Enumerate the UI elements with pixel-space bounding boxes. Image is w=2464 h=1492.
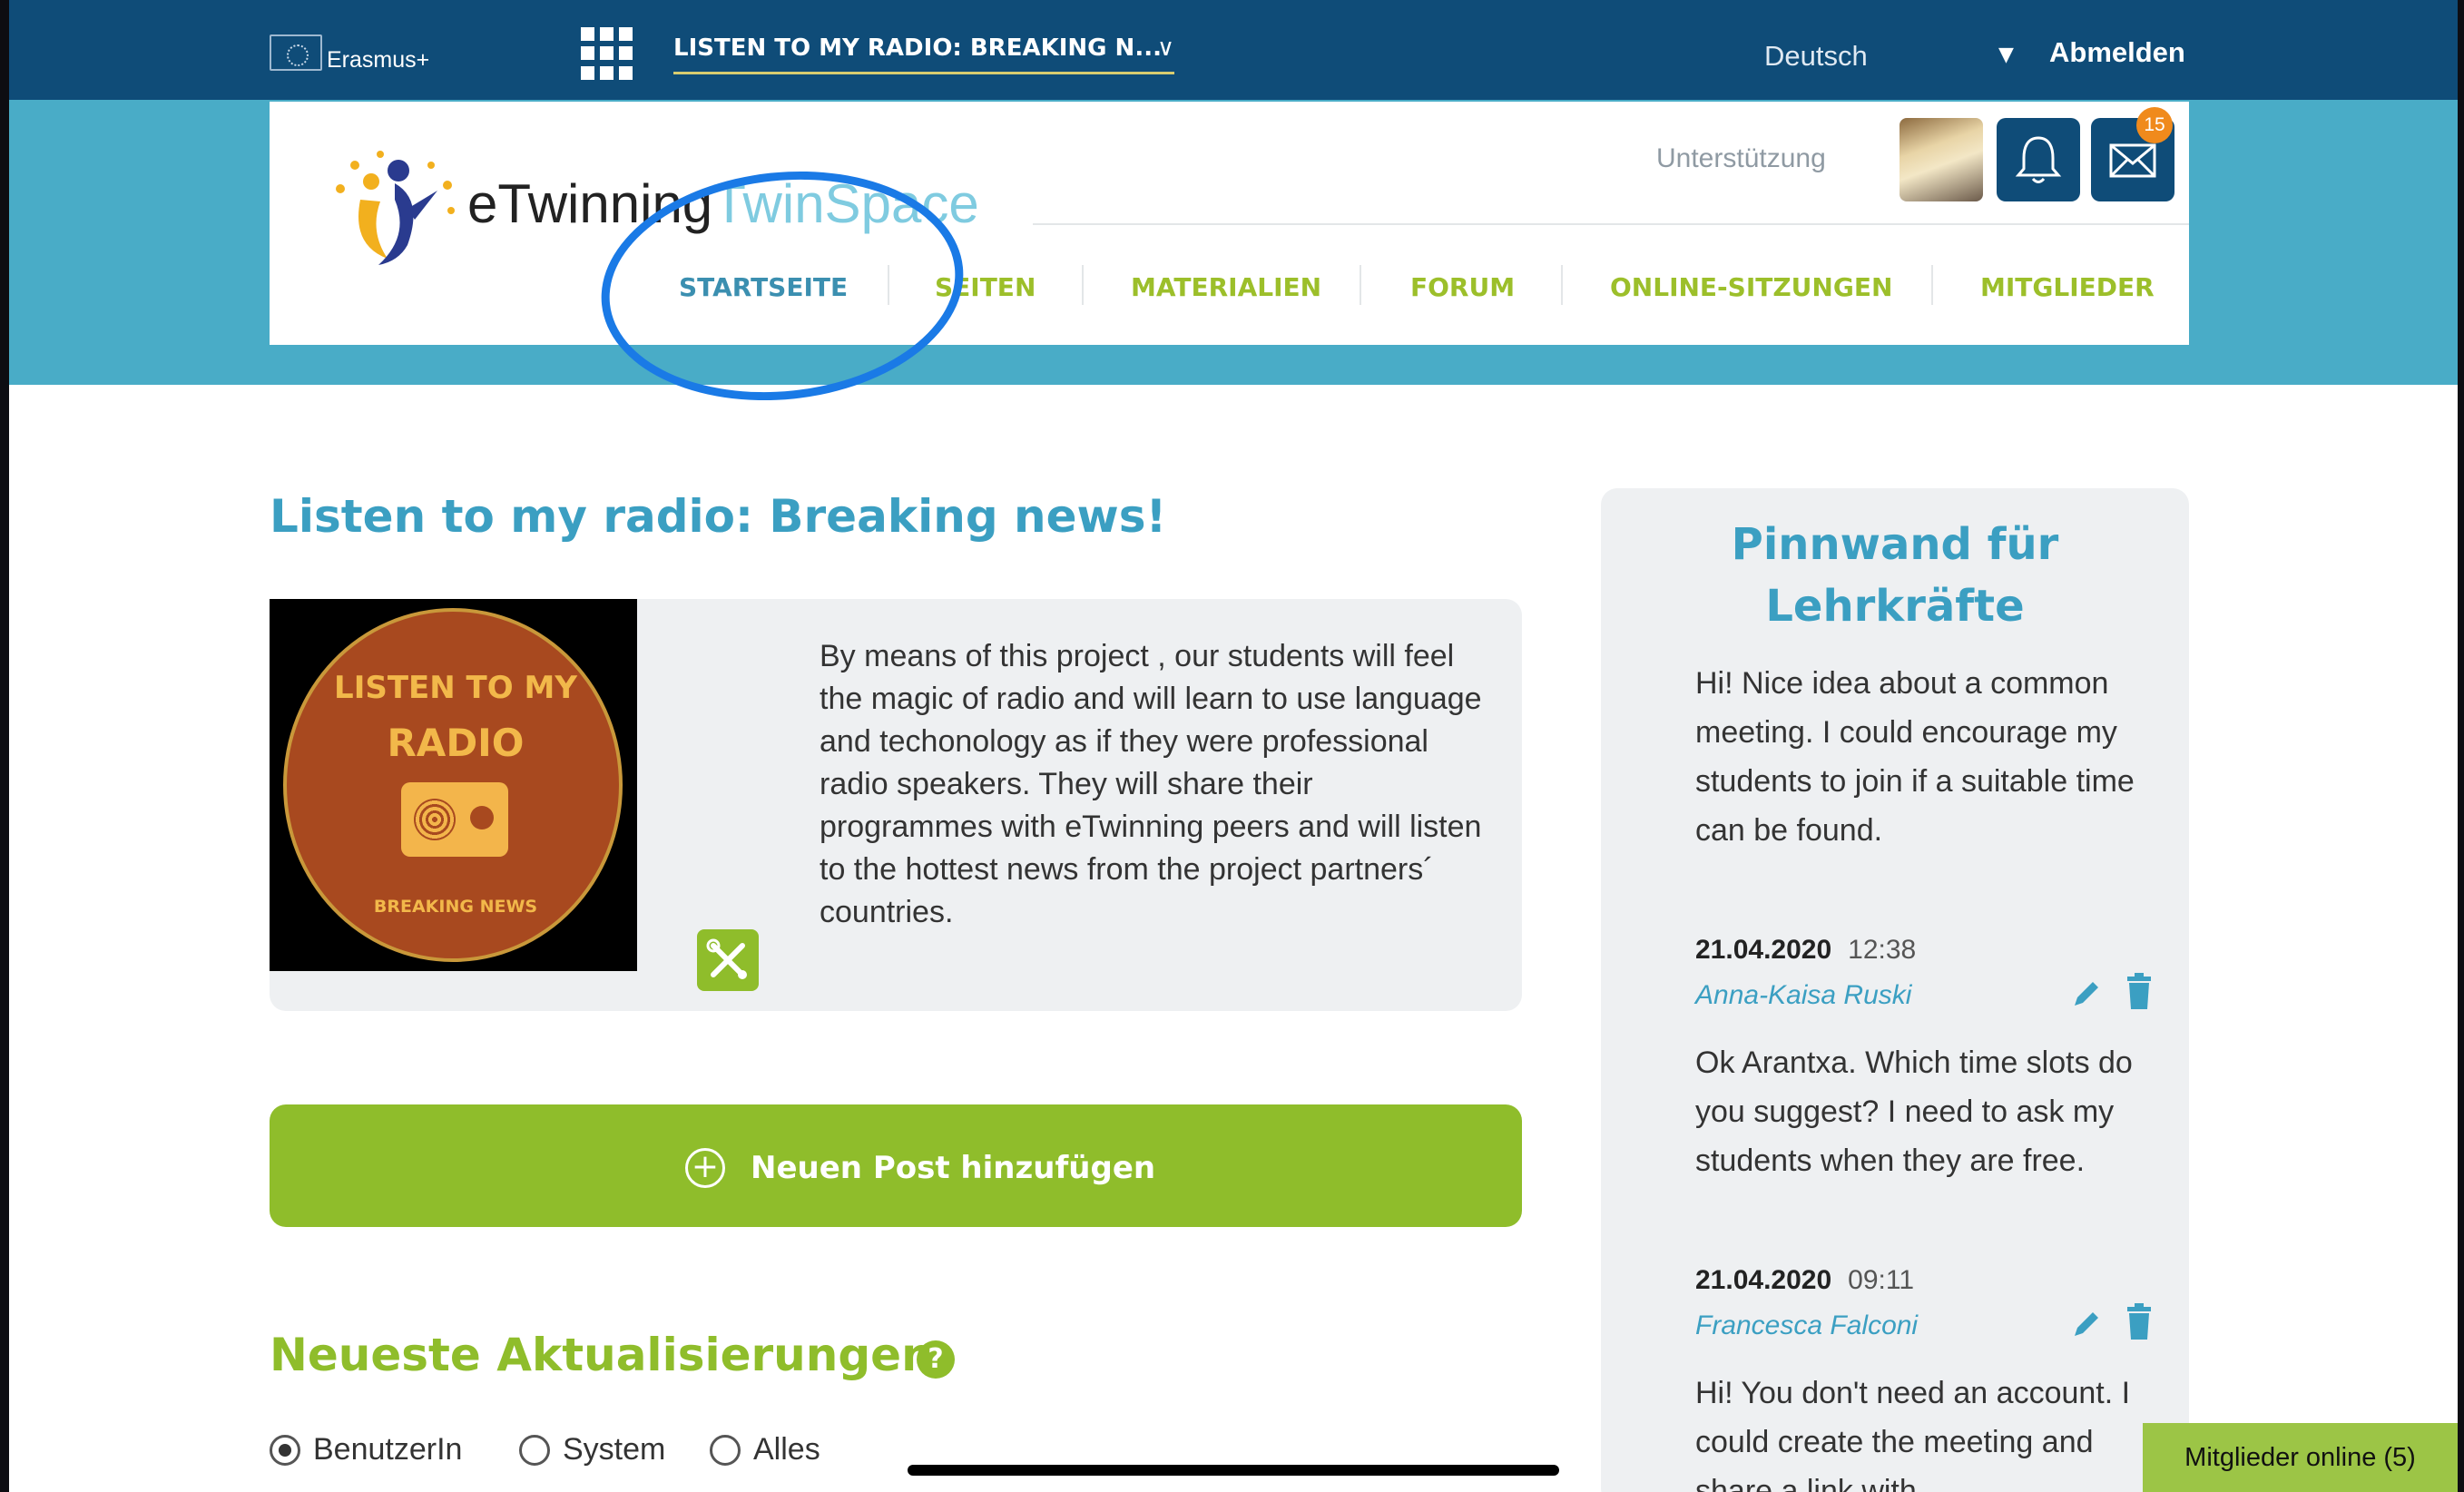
nav-separator: [1082, 265, 1084, 305]
eu-flag-icon: [270, 34, 322, 71]
nav-separator: [1561, 265, 1563, 305]
trash-icon[interactable]: [2124, 973, 2155, 1011]
nav-forum[interactable]: FORUM: [1410, 272, 1515, 302]
post-date-value: 21.04.2020: [1695, 935, 1832, 965]
user-avatar[interactable]: [1900, 118, 1983, 201]
logout-link[interactable]: Abmelden: [2049, 36, 2185, 69]
divider: [1033, 223, 2189, 225]
screen: Erasmus+ LISTEN TO MY RADIO: BREAKING N.…: [9, 0, 2458, 1492]
messages-badge: 15: [2136, 107, 2173, 143]
filter-system[interactable]: System: [519, 1432, 665, 1467]
filter-label: Alles: [753, 1432, 820, 1467]
nav-startseite[interactable]: STARTSEITE: [679, 272, 848, 302]
logo-text-etwinning: eTwinning: [467, 173, 713, 234]
caret-down-icon[interactable]: ▼: [1998, 44, 2014, 66]
project-image-text-1: LISTEN TO MY: [334, 670, 577, 706]
project-image-text-2: RADIO: [387, 721, 525, 765]
nav-separator: [888, 265, 889, 305]
apps-grid-icon[interactable]: [581, 27, 633, 80]
erasmus-brand: Erasmus+: [327, 47, 430, 73]
post-author[interactable]: Anna-Kaisa Ruski: [1695, 980, 1911, 1011]
nav-materialien[interactable]: MATERIALIEN: [1131, 272, 1321, 302]
board-title: Pinnwand für Lehrkräfte: [1731, 519, 2059, 632]
project-title: Listen to my radio: Breaking news!: [270, 490, 1167, 543]
post-date-value: 21.04.2020: [1695, 1265, 1832, 1295]
filter-label: System: [563, 1432, 666, 1467]
board-post-text: Ok Arantxa. Which time slots do you sugg…: [1695, 1045, 2133, 1178]
post-author[interactable]: Francesca Falconi: [1695, 1310, 1918, 1341]
radio-icon: [710, 1434, 741, 1466]
radio-icon: [401, 782, 508, 857]
nav-seiten[interactable]: SEITEN: [935, 272, 1036, 302]
logo-text: eTwinningTwinSpace: [467, 172, 979, 235]
nav-mitglieder[interactable]: MITGLIEDER: [1980, 272, 2155, 302]
board-post-text: Hi! Nice idea about a common meeting. I …: [1695, 666, 2135, 848]
post-date: 21.04.2020 09:11: [1695, 1265, 1914, 1296]
nav-separator: [1360, 265, 1361, 305]
logo-text-twinspace: TwinSpace: [712, 173, 979, 234]
plus-circle-icon: +: [685, 1148, 725, 1188]
trash-icon[interactable]: [2124, 1303, 2155, 1341]
chevron-down-icon: ∨: [1156, 34, 1174, 62]
nav-separator: [1931, 265, 1933, 305]
notifications-button[interactable]: [1997, 118, 2080, 201]
edit-icon[interactable]: [2069, 1307, 2104, 1341]
project-selector[interactable]: LISTEN TO MY RADIO: BREAKING N... ∨: [673, 34, 1174, 74]
filter-alles[interactable]: Alles: [710, 1432, 820, 1467]
language-select[interactable]: Deutsch: [1764, 40, 1868, 73]
post-date: 21.04.2020 12:38: [1695, 935, 1916, 966]
filter-label: BenutzerIn: [313, 1432, 463, 1467]
add-post-button[interactable]: + Neuen Post hinzufügen: [270, 1104, 1522, 1227]
project-image-text-3: BREAKING NEWS: [373, 897, 538, 917]
project-settings-button[interactable]: [697, 929, 759, 991]
post-time: 12:38: [1848, 935, 1917, 965]
bell-icon: [2015, 136, 2062, 183]
project-description: By means of this project , our students …: [820, 639, 1482, 929]
post-time: 09:11: [1848, 1265, 1915, 1295]
board-post-text: Hi! You don't need an account. I could c…: [1695, 1376, 2131, 1492]
edit-icon[interactable]: [2069, 977, 2104, 1011]
filter-benutzerin[interactable]: BenutzerIn: [270, 1432, 462, 1467]
support-link[interactable]: Unterstützung: [1656, 143, 1826, 174]
radio-icon: [519, 1434, 550, 1466]
add-post-label: Neuen Post hinzufügen: [751, 1150, 1156, 1186]
nav-online-sitzungen[interactable]: ONLINE-SITZUNGEN: [1610, 272, 1892, 302]
project-selector-label: LISTEN TO MY RADIO: BREAKING N...: [673, 34, 1162, 62]
online-members-chip[interactable]: Mitglieder online (5): [2143, 1423, 2458, 1492]
home-indicator: [908, 1465, 1559, 1476]
radio-selected-icon: [270, 1434, 300, 1466]
etwinning-logo-icon: [336, 151, 455, 265]
tools-icon: [706, 938, 747, 979]
help-icon[interactable]: ?: [917, 1340, 955, 1379]
updates-title: Neueste Aktualisierungen: [270, 1329, 934, 1381]
